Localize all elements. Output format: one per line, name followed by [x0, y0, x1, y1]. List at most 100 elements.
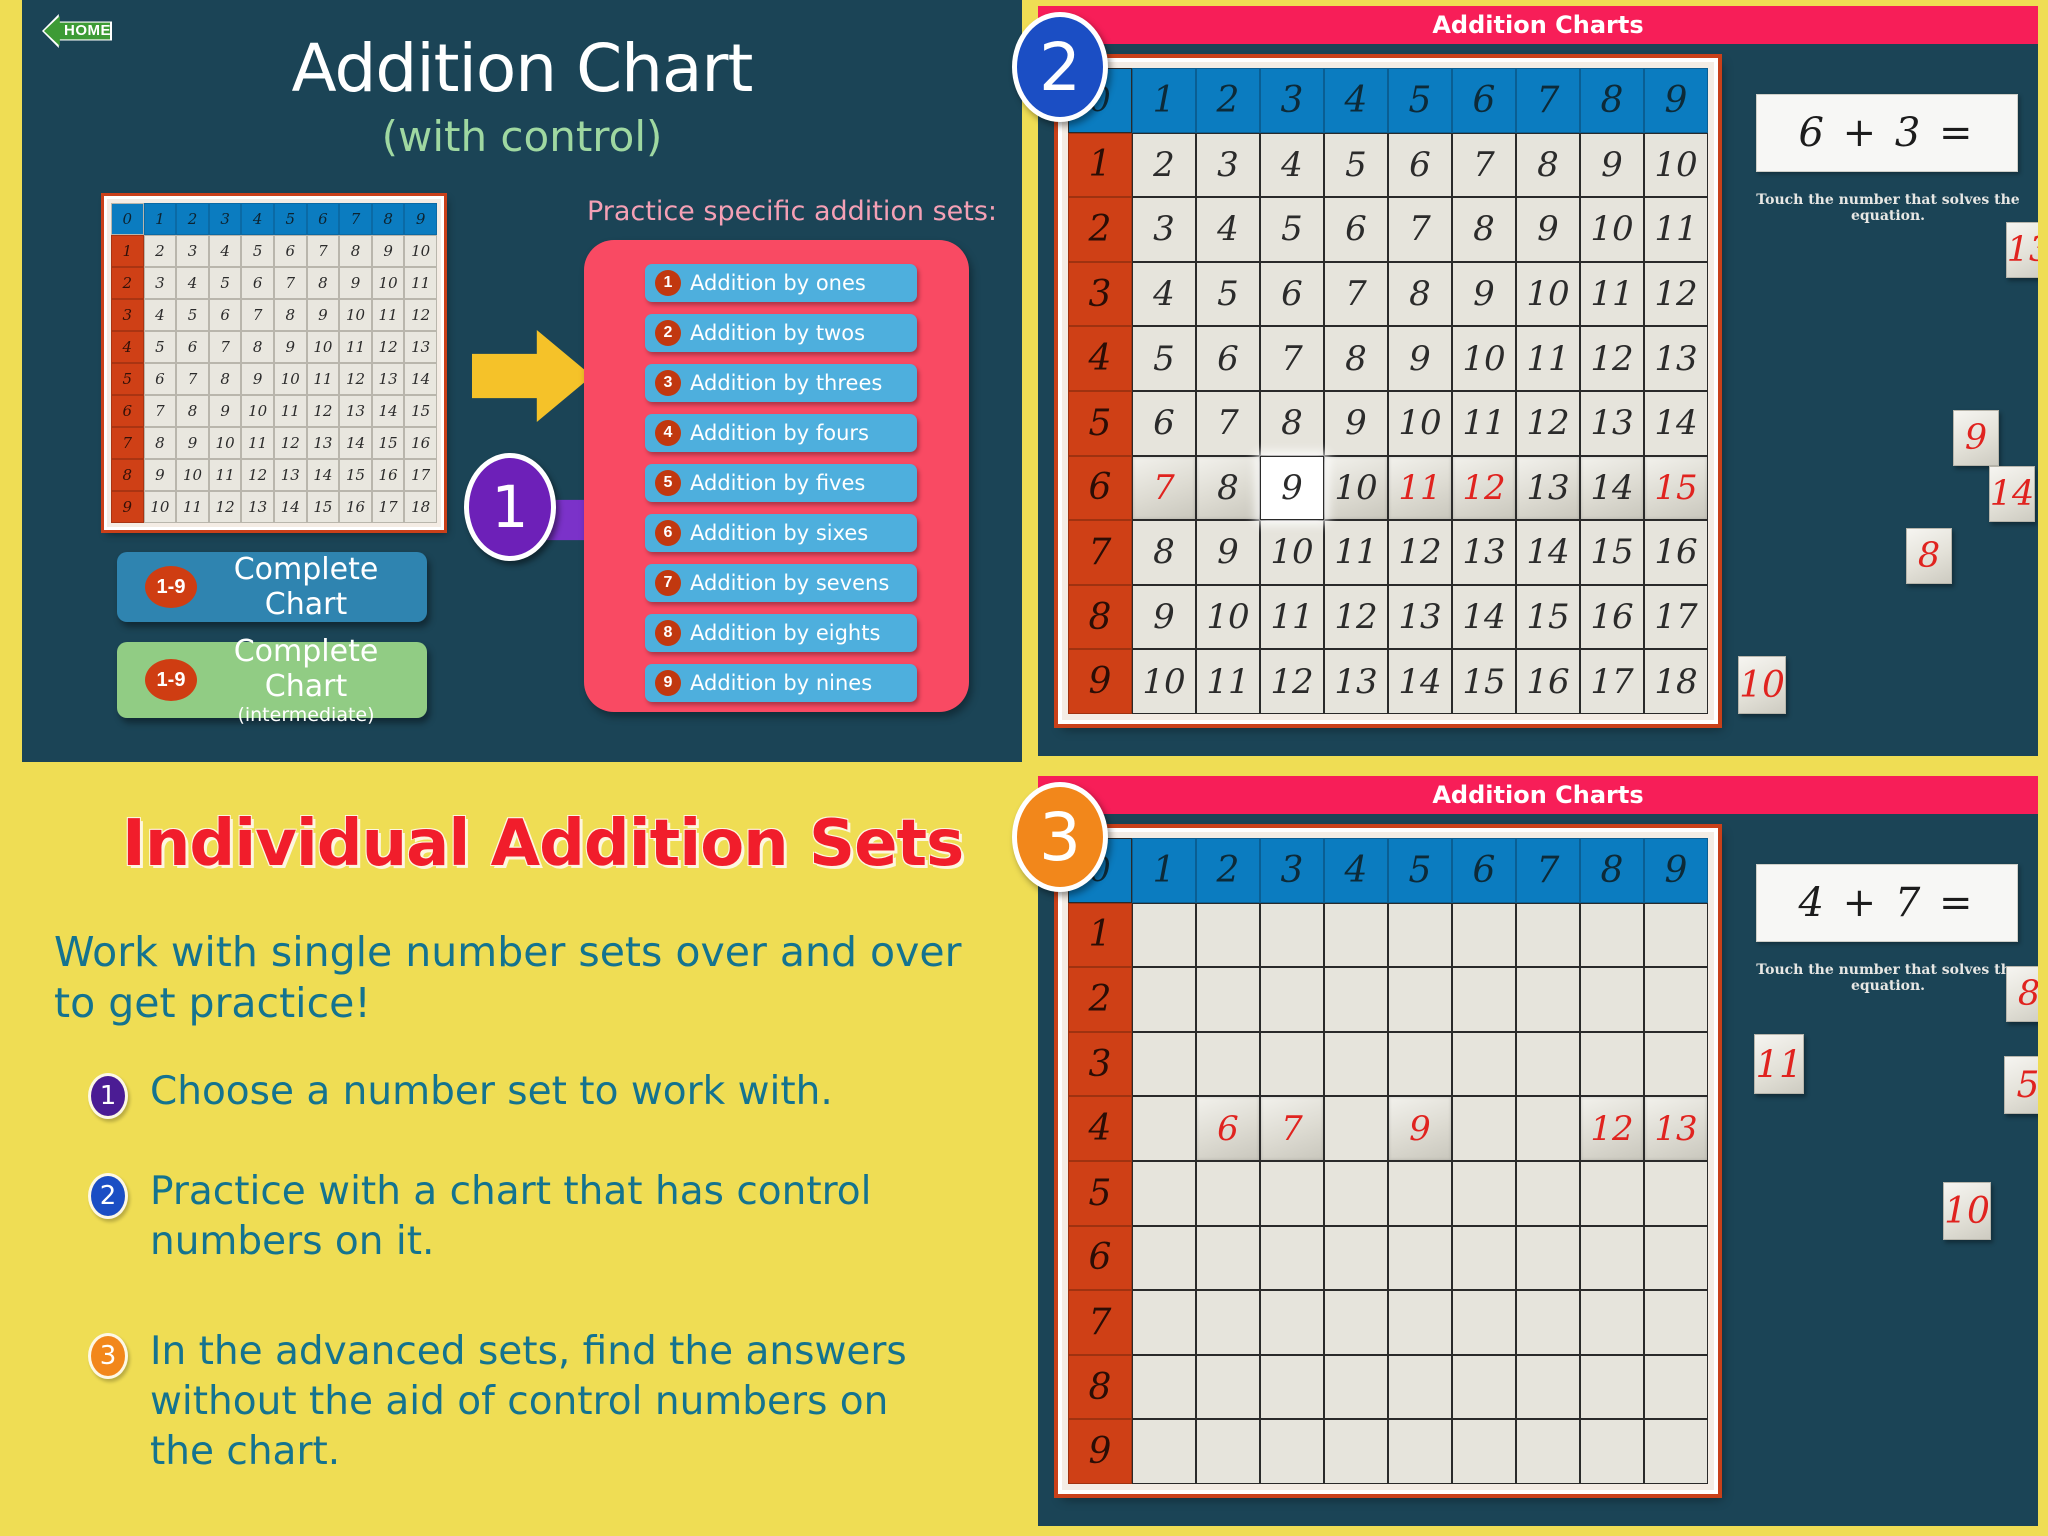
panel3-cell[interactable] — [1452, 1354, 1516, 1420]
panel3-cell[interactable] — [1260, 967, 1324, 1032]
panel3-cell[interactable] — [1644, 1225, 1708, 1291]
panel2-cell[interactable]: 6 — [1132, 390, 1196, 456]
panel3-col-header[interactable]: 8 — [1580, 838, 1644, 903]
panel2-cell[interactable]: 11 — [1324, 520, 1388, 585]
panel2-cell[interactable]: 14 — [1516, 520, 1580, 585]
panel3-cell[interactable] — [1516, 902, 1580, 968]
panel2-col-header[interactable]: 6 — [1452, 68, 1516, 133]
panel3-cell[interactable] — [1196, 1031, 1260, 1097]
panel2-cell[interactable]: 14 — [1644, 390, 1708, 456]
panel3-cell[interactable] — [1196, 1354, 1260, 1420]
panel3-col-header[interactable]: 5 — [1388, 838, 1452, 903]
panel2-cell[interactable]: 8 — [1132, 520, 1196, 585]
panel3-cell[interactable] — [1580, 1225, 1644, 1291]
panel3-cell[interactable] — [1452, 1160, 1516, 1226]
thumbnail-addition-chart[interactable]: 0 1 2 3 4 5 6 7 8 9 1 2 3 4 5 6 7 8 9 10 2 3 4 5 6 7 8 9 10 11 3 4 5 6 7 8 9… — [101, 193, 447, 533]
panel3-cell[interactable] — [1132, 1031, 1196, 1097]
panel3-cell[interactable] — [1324, 1354, 1388, 1420]
panel3-cell[interactable] — [1580, 967, 1644, 1032]
panel2-cell[interactable]: 16 — [1580, 584, 1644, 650]
panel3-row-header[interactable]: 1 — [1068, 902, 1132, 968]
panel2-cell[interactable]: 12 — [1260, 649, 1324, 714]
panel2-row-header[interactable]: 2 — [1068, 197, 1132, 262]
panel2-cell[interactable]: 12 — [1324, 584, 1388, 650]
panel3-cell[interactable] — [1260, 1160, 1324, 1226]
panel2-row-header[interactable]: 5 — [1068, 390, 1132, 456]
panel2-row-header[interactable]: 8 — [1068, 584, 1132, 650]
panel2-cell[interactable]: 6 — [1388, 132, 1452, 198]
panel3-cell[interactable] — [1452, 902, 1516, 968]
panel2-cell[interactable]: 13 — [1388, 584, 1452, 650]
panel3-answer-tile[interactable]: 8 — [2006, 966, 2038, 1022]
practice-set-button-1[interactable]: 1 Addition by ones — [645, 264, 917, 302]
panel2-cell[interactable]: 6 — [1196, 326, 1260, 391]
panel2-answer-tile[interactable]: 9 — [1953, 410, 1999, 466]
panel3-cell[interactable] — [1132, 967, 1196, 1032]
panel3-cell[interactable] — [1580, 902, 1644, 968]
panel2-cell[interactable]: 8 — [1260, 390, 1324, 456]
panel3-cell[interactable] — [1388, 1225, 1452, 1291]
panel3-cell[interactable] — [1132, 1160, 1196, 1226]
panel2-row-header[interactable]: 7 — [1068, 520, 1132, 585]
panel2-cell[interactable]: 9 — [1580, 132, 1644, 198]
panel2-cell[interactable]: 9 — [1132, 584, 1196, 650]
panel3-cell[interactable] — [1196, 1419, 1260, 1484]
practice-set-button-3[interactable]: 3 Addition by threes — [645, 364, 917, 402]
panel3-cell[interactable] — [1580, 1290, 1644, 1355]
panel2-cell[interactable]: 11 — [1580, 261, 1644, 327]
panel3-answer-tile[interactable]: 5 — [2004, 1056, 2038, 1114]
panel2-cell[interactable]: 5 — [1132, 326, 1196, 391]
panel3-cell[interactable] — [1260, 1419, 1324, 1484]
panel3-cell[interactable] — [1580, 1354, 1644, 1420]
complete-chart-button[interactable]: 1-9 Complete Chart — [117, 552, 427, 622]
panel3-cell[interactable] — [1196, 902, 1260, 968]
panel3-cell[interactable] — [1324, 1031, 1388, 1097]
panel3-cell[interactable] — [1196, 1290, 1260, 1355]
panel2-cell[interactable]: 11 — [1516, 326, 1580, 391]
panel3-cell[interactable] — [1388, 1354, 1452, 1420]
panel3-cell[interactable] — [1516, 1290, 1580, 1355]
panel3-cell[interactable] — [1580, 1160, 1644, 1226]
panel3-col-header[interactable]: 3 — [1260, 838, 1324, 903]
panel3-row-header[interactable]: 4 — [1068, 1096, 1132, 1161]
panel3-col-header[interactable]: 7 — [1516, 838, 1580, 903]
panel2-control-tile[interactable]: 13 — [1516, 455, 1580, 521]
panel2-cell[interactable]: 14 — [1452, 584, 1516, 650]
panel2-cell[interactable]: 17 — [1644, 584, 1708, 650]
panel2-cell[interactable]: 11 — [1260, 584, 1324, 650]
panel3-row-header[interactable]: 7 — [1068, 1290, 1132, 1355]
panel2-cell[interactable]: 15 — [1452, 649, 1516, 714]
panel3-cell[interactable] — [1516, 1225, 1580, 1291]
panel2-cell[interactable]: 4 — [1132, 261, 1196, 327]
panel3-cell[interactable] — [1260, 1290, 1324, 1355]
panel2-cell[interactable]: 8 — [1324, 326, 1388, 391]
panel3-cell[interactable] — [1196, 1160, 1260, 1226]
panel3-cell[interactable] — [1260, 1354, 1324, 1420]
panel2-cell[interactable]: 7 — [1260, 326, 1324, 391]
panel2-control-tile[interactable]: 15 — [1644, 455, 1708, 521]
panel2-control-tile[interactable]: 9 — [1260, 455, 1324, 521]
panel3-cell[interactable] — [1196, 967, 1260, 1032]
panel3-cell[interactable] — [1132, 1096, 1196, 1161]
panel3-answer-tile[interactable]: 11 — [1754, 1034, 1804, 1094]
panel2-cell[interactable]: 15 — [1580, 520, 1644, 585]
panel2-cell[interactable]: 11 — [1452, 390, 1516, 456]
panel3-cell[interactable] — [1516, 1031, 1580, 1097]
panel3-cell[interactable] — [1388, 967, 1452, 1032]
panel2-row-header[interactable]: 6 — [1068, 455, 1132, 521]
panel2-cell[interactable]: 8 — [1516, 132, 1580, 198]
panel2-cell[interactable]: 9 — [1324, 390, 1388, 456]
panel2-cell[interactable]: 6 — [1260, 261, 1324, 327]
practice-set-button-5[interactable]: 5 Addition by fives — [645, 464, 917, 502]
panel2-control-tile[interactable]: 10 — [1324, 455, 1388, 521]
panel2-cell[interactable]: 10 — [1452, 326, 1516, 391]
panel3-cell[interactable] — [1516, 1096, 1580, 1161]
panel3-row-header[interactable]: 5 — [1068, 1160, 1132, 1226]
panel2-col-header[interactable]: 1 — [1132, 68, 1196, 133]
panel2-col-header[interactable]: 3 — [1260, 68, 1324, 133]
panel3-row-header[interactable]: 6 — [1068, 1225, 1132, 1291]
panel3-cell[interactable] — [1644, 1419, 1708, 1484]
panel2-cell[interactable]: 13 — [1644, 326, 1708, 391]
panel3-cell[interactable] — [1452, 1225, 1516, 1291]
panel2-cell[interactable]: 2 — [1132, 132, 1196, 198]
